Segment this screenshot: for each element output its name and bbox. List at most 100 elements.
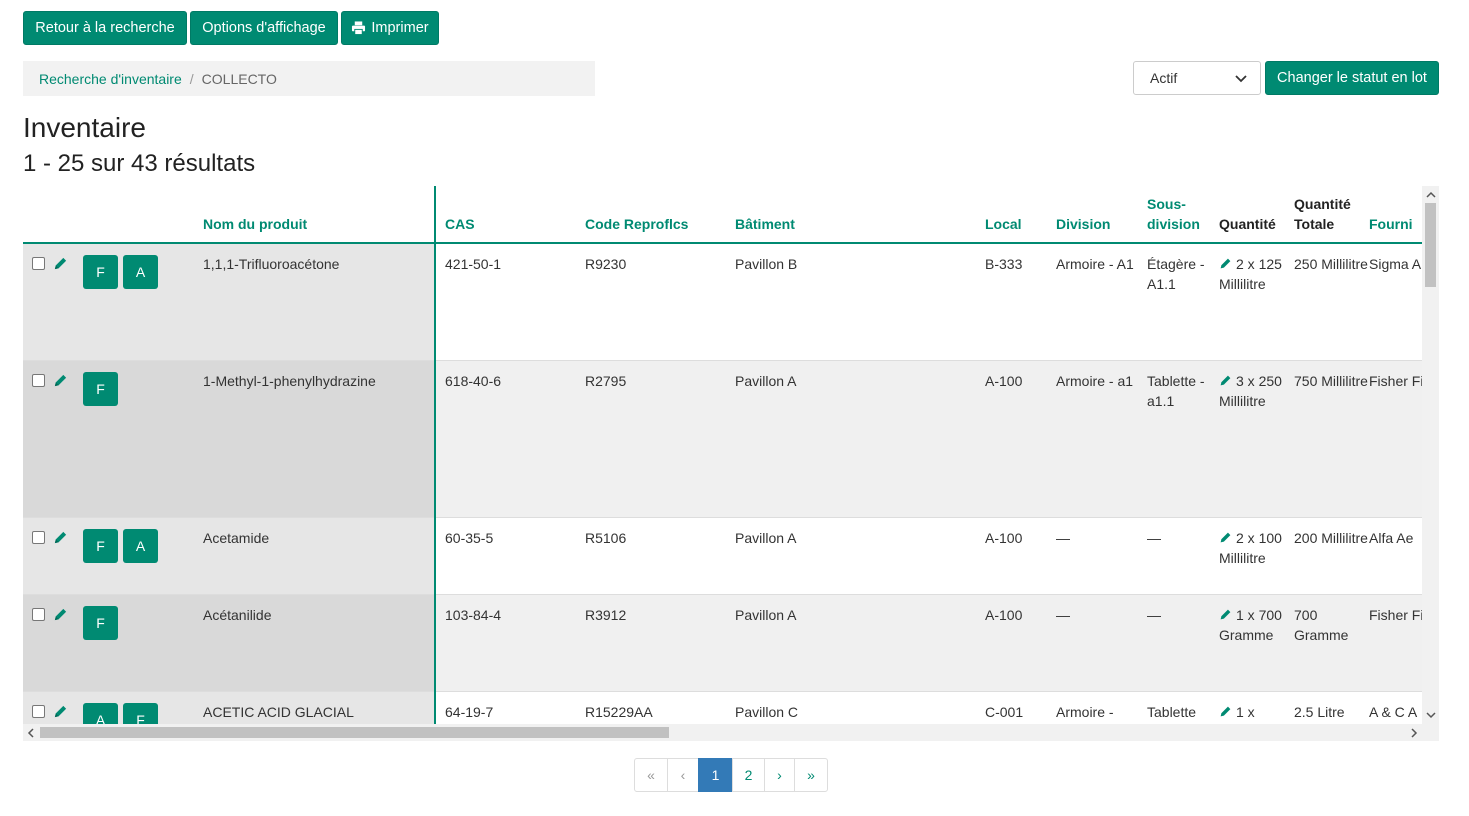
status-select[interactable]: Actif: [1133, 61, 1261, 95]
header-building[interactable]: Bâtiment: [735, 186, 985, 244]
vertical-scroll-thumb[interactable]: [1425, 203, 1436, 287]
hazard-badge[interactable]: F: [83, 605, 118, 640]
edit-pencil-icon[interactable]: [53, 704, 68, 719]
hazard-badge[interactable]: F: [83, 371, 118, 406]
edit-quantity-icon[interactable]: [1219, 608, 1232, 621]
table-row: F A 1,1,1-Trifluoroacétone 421-50-1 R9230 Pav…: [23, 243, 1422, 361]
division-cell: —: [1056, 594, 1147, 692]
scroll-down-icon[interactable]: [1426, 710, 1436, 720]
total-quantity-cell: 2.5 Litre: [1294, 691, 1369, 724]
pagination-last[interactable]: »: [794, 758, 828, 792]
scroll-left-icon[interactable]: [26, 728, 36, 738]
header-badges: [83, 186, 193, 244]
horizontal-scrollbar[interactable]: [23, 724, 1439, 741]
edit-quantity-icon[interactable]: [1219, 531, 1232, 544]
row-badges-cell: FA: [83, 243, 193, 361]
hazard-badge[interactable]: A: [83, 702, 118, 724]
table-row: F 1-Methyl-1-phenylhydrazine 618-40-6 R2795…: [23, 360, 1422, 518]
edit-pencil-icon[interactable]: [53, 607, 68, 622]
edit-quantity-icon[interactable]: [1219, 257, 1232, 270]
row-badges-cell: F: [83, 360, 193, 518]
header-total-quantity: Quantité Totale: [1294, 186, 1369, 244]
row-select-cell: [23, 517, 53, 595]
edit-pencil-icon[interactable]: [53, 373, 68, 388]
row-checkbox[interactable]: [32, 373, 45, 387]
pagination: « ‹ 1 2 › »: [634, 758, 828, 792]
print-button[interactable]: Imprimer: [341, 11, 439, 45]
total-quantity-cell: 750 Millilitre: [1294, 360, 1369, 518]
pagination-first[interactable]: «: [634, 758, 668, 792]
scroll-up-icon[interactable]: [1426, 190, 1436, 200]
product-name-cell[interactable]: 1-Methyl-1-phenylhydrazine: [193, 360, 436, 518]
row-checkbox[interactable]: [32, 704, 45, 718]
hazard-badge[interactable]: A: [123, 255, 158, 289]
code-cell: R3912: [585, 594, 735, 692]
header-quantity: Quantité: [1219, 186, 1294, 244]
row-edit-cell: [53, 517, 83, 595]
edit-pencil-icon[interactable]: [53, 256, 68, 271]
row-badges-cell: FA: [83, 517, 193, 595]
building-cell: Pavillon B: [735, 243, 985, 361]
hazard-badge[interactable]: A: [123, 528, 158, 563]
header-subdivision[interactable]: Sous-division: [1147, 186, 1219, 244]
row-checkbox[interactable]: [32, 607, 45, 621]
scroll-right-icon[interactable]: [1409, 728, 1419, 738]
breadcrumb-link-search[interactable]: Recherche d'inventaire: [39, 71, 182, 87]
status-select-value: Actif: [1150, 70, 1178, 86]
supplier-cell: Sigma A: [1369, 243, 1422, 361]
printer-icon: [352, 21, 366, 35]
quantity-cell: 2 x 125 Millilitre: [1219, 243, 1294, 361]
edit-quantity-icon[interactable]: [1219, 374, 1232, 387]
pagination-prev[interactable]: ‹: [667, 758, 699, 792]
row-checkbox[interactable]: [32, 257, 45, 270]
header-supplier[interactable]: Fourni: [1369, 186, 1422, 244]
page-title: Inventaire: [23, 112, 146, 143]
supplier-cell: Alfa Ae: [1369, 517, 1422, 595]
table-row: F A Acetamide 60-35-5 R5106 Pavillon A A-100— —…: [23, 517, 1422, 595]
total-quantity-cell: 700 Gramme: [1294, 594, 1369, 692]
chevron-down-icon: [1235, 75, 1247, 83]
pagination-page-1[interactable]: 1: [698, 758, 733, 792]
row-checkbox[interactable]: [32, 530, 45, 544]
header-local[interactable]: Local: [985, 186, 1056, 244]
cas-cell: 60-35-5: [435, 517, 585, 595]
row-badges-cell: F: [83, 594, 193, 692]
horizontal-scroll-thumb[interactable]: [40, 727, 669, 738]
building-cell: Pavillon A: [735, 360, 985, 518]
header-division[interactable]: Division: [1056, 186, 1147, 244]
product-name-cell[interactable]: 1,1,1-Trifluoroacétone: [193, 243, 436, 361]
header-product-name[interactable]: Nom du produit: [193, 186, 436, 244]
building-cell: Pavillon C: [735, 691, 985, 724]
pagination-next[interactable]: ›: [764, 758, 795, 792]
hazard-badge[interactable]: F: [83, 528, 118, 563]
product-name-cell[interactable]: ACETIC ACID GLACIAL TECHNICAL: [193, 691, 436, 724]
building-cell: Pavillon A: [735, 594, 985, 692]
subdivision-cell: Étagère - A1.1: [1147, 243, 1219, 361]
table-row: AFACETIC ACID GLACIAL TECHNICAL64-19-7R1…: [23, 691, 1422, 724]
row-select-cell: [23, 243, 53, 361]
division-cell: Armoire - a1: [1056, 360, 1147, 518]
result-count: 1 - 25 sur 43 résultats: [23, 150, 256, 177]
product-name-cell[interactable]: Acetamide: [193, 517, 436, 595]
pagination-page-2[interactable]: 2: [732, 758, 765, 792]
edit-pencil-icon[interactable]: [53, 530, 68, 545]
vertical-scrollbar[interactable]: [1422, 186, 1439, 724]
cas-cell: 103-84-4: [435, 594, 585, 692]
batch-change-status-button[interactable]: Changer le statut en lot: [1265, 61, 1439, 95]
code-cell: R15229AA: [585, 691, 735, 724]
header-cas[interactable]: CAS: [435, 186, 585, 244]
row-edit-cell: [53, 691, 83, 724]
display-options-button[interactable]: Options d'affichage: [190, 11, 338, 45]
edit-quantity-icon[interactable]: [1219, 705, 1232, 718]
back-to-search-button[interactable]: Retour à la recherche: [23, 11, 187, 45]
hazard-badge[interactable]: F: [83, 255, 118, 289]
division-cell: Armoire - A1: [1056, 243, 1147, 361]
row-select-cell: [23, 594, 53, 692]
hazard-badge[interactable]: F: [123, 702, 158, 724]
breadcrumb-current: COLLECTO: [201, 70, 277, 87]
supplier-cell: Fisher Fisher: [1369, 360, 1422, 518]
row-edit-cell: [53, 594, 83, 692]
quantity-value: 1 x: [1236, 703, 1255, 720]
header-code[interactable]: Code Reproflcs: [585, 186, 735, 244]
product-name-cell[interactable]: Acétanilide: [193, 594, 436, 692]
